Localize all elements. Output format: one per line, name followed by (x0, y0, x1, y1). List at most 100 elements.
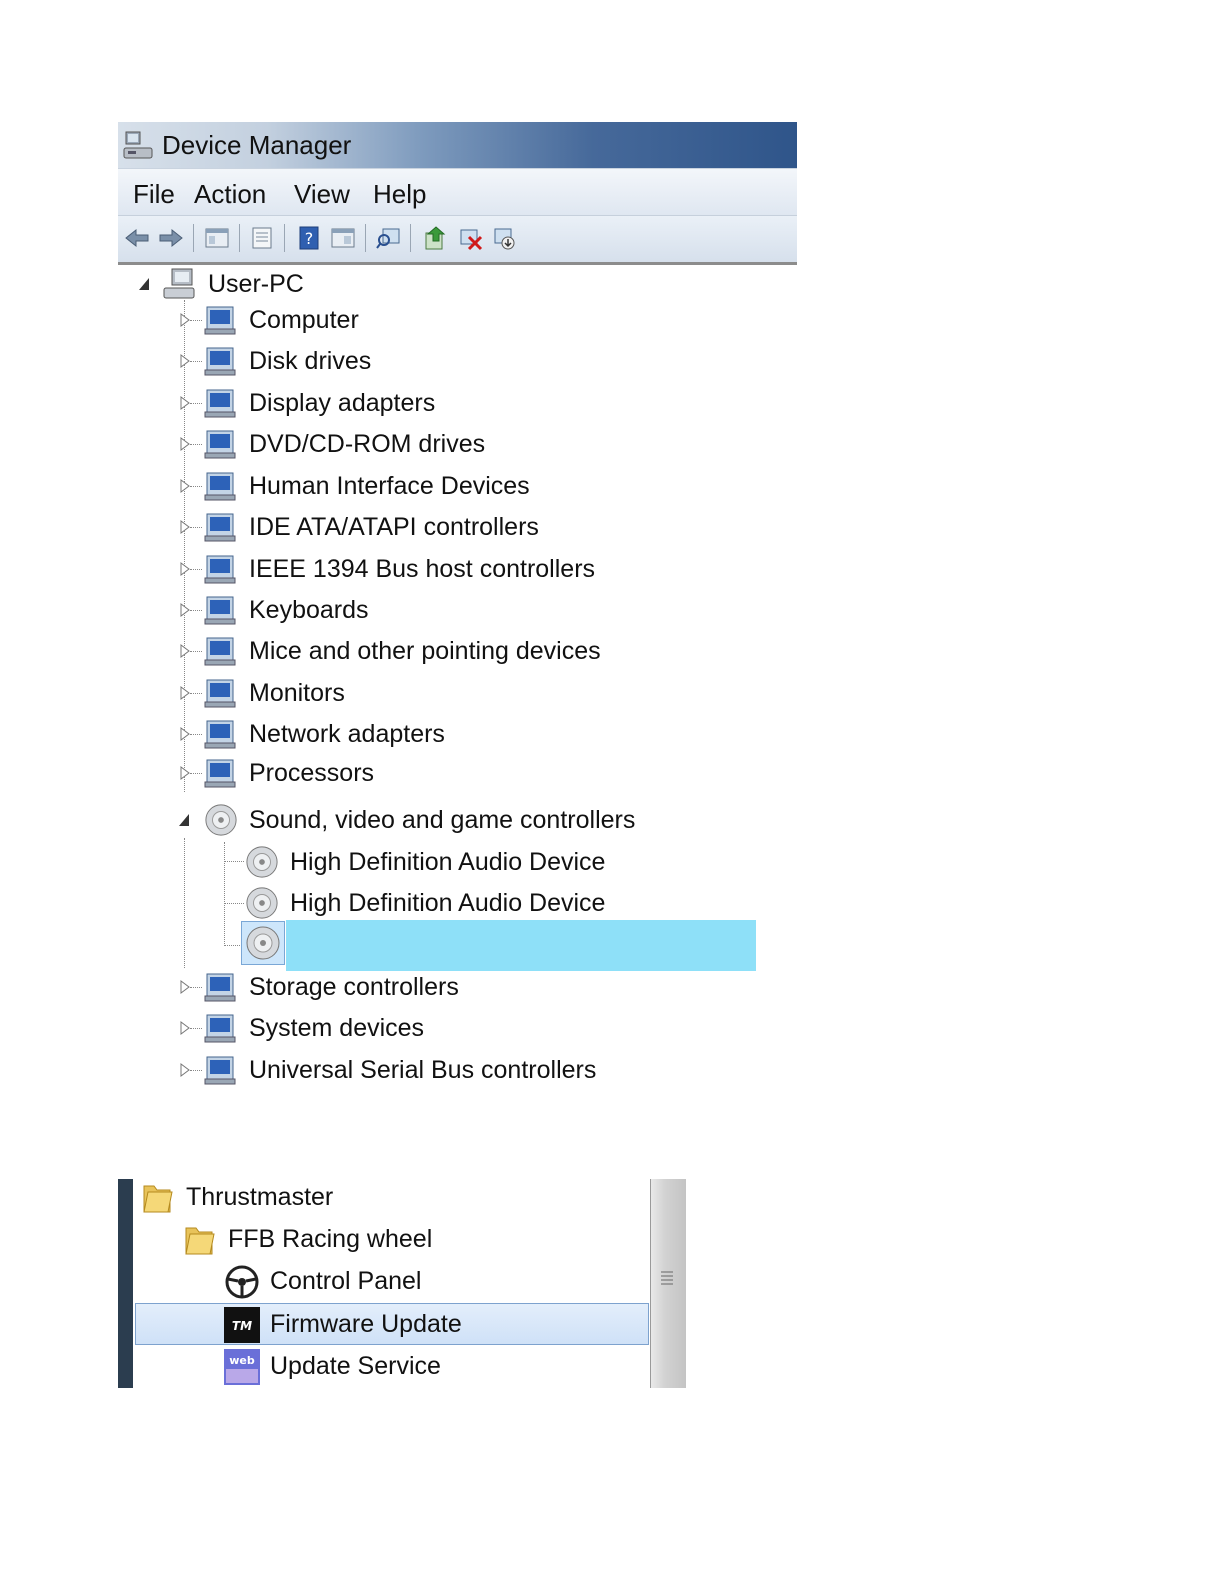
tree-item-label: Display adapters (249, 389, 436, 417)
scan-hardware-icon[interactable] (375, 225, 401, 251)
tree-item-label: Sound, video and game controllers (249, 806, 636, 834)
folder-icon (143, 1185, 173, 1213)
speaker-icon (246, 846, 278, 878)
mouse-icon (204, 637, 236, 666)
steering-wheel-icon (225, 1265, 259, 1299)
computer-icon (163, 268, 195, 299)
tree-item-label: Storage controllers (249, 973, 459, 1001)
tree-guide (184, 300, 185, 792)
tree-guide (224, 861, 244, 862)
monitor-icon (204, 679, 236, 708)
display-adapter-icon (204, 389, 236, 418)
speaker-icon (205, 804, 237, 836)
tree-item-label: Processors (249, 759, 375, 787)
tree-guide (190, 610, 202, 611)
back-icon[interactable] (124, 225, 150, 251)
forward-icon[interactable] (158, 225, 184, 251)
tree-item-label: High Definition Audio Device (290, 889, 606, 917)
tree-guide (184, 838, 185, 968)
tree-guide (190, 651, 202, 652)
tree-guide (224, 842, 225, 946)
menu-action[interactable]: Action (194, 179, 266, 210)
disable-icon[interactable] (491, 225, 517, 251)
tree-item-label: Keyboards (249, 596, 369, 624)
svg-text:web: web (229, 1354, 255, 1367)
tree-guide (190, 444, 202, 445)
system-devices-icon (204, 1014, 236, 1043)
tree-item-label: Computer (249, 306, 359, 334)
tree-guide (190, 486, 202, 487)
tree-item-label: Monitors (249, 679, 345, 707)
tree-item-label: IEEE 1394 Bus host controllers (249, 555, 596, 583)
tree-guide (190, 569, 202, 570)
tree-guide (224, 903, 244, 904)
tree-guide (190, 527, 202, 528)
menu-item-label: FFB Racing wheel (228, 1225, 433, 1253)
speaker-icon (246, 926, 280, 960)
tree-guide (224, 945, 242, 946)
menu-item-label: Thrustmaster (186, 1183, 334, 1211)
keyboard-icon (204, 596, 236, 625)
menu-bar: File Action View Help (118, 168, 797, 215)
usb-controller-icon (204, 1056, 236, 1085)
uninstall-icon[interactable] (457, 225, 483, 251)
tree-guide (190, 987, 202, 988)
device-manager-window: Device Manager File Action View Help ? (118, 122, 797, 265)
tree-guide (190, 1028, 202, 1029)
tree-item-label: Disk drives (249, 347, 372, 375)
selected-device-icon-frame[interactable] (241, 921, 285, 965)
show-hide-tree-icon[interactable] (204, 225, 230, 251)
selected-device-highlight[interactable] (286, 920, 756, 971)
tree-item-label: System devices (249, 1014, 425, 1042)
tree-guide (190, 361, 202, 362)
properties-icon[interactable] (249, 225, 275, 251)
tree-guide (190, 403, 202, 404)
tree-guide (190, 1070, 202, 1071)
processor-icon (204, 759, 236, 788)
menu-help[interactable]: Help (373, 179, 426, 210)
tree-guide (190, 693, 202, 694)
folder-icon (185, 1227, 215, 1255)
collapse-arrow-icon[interactable] (177, 812, 191, 828)
computer-icon (204, 306, 236, 335)
device-manager-icon (123, 131, 153, 159)
update-driver-icon[interactable] (422, 225, 448, 251)
tree-item-label: IDE ATA/ATAPI controllers (249, 513, 539, 541)
tree-item-label: DVD/CD-ROM drives (249, 430, 486, 458)
toolbar: ? (118, 215, 797, 265)
speaker-icon (246, 887, 278, 919)
view-icon[interactable] (330, 225, 356, 251)
tree-item-label: High Definition Audio Device (290, 848, 606, 876)
menu-item-label: Update Service (270, 1352, 441, 1380)
dvd-drive-icon (204, 430, 236, 459)
ieee1394-icon (204, 555, 236, 584)
storage-controller-icon (204, 973, 236, 1002)
menu-item-label: Firmware Update (270, 1310, 462, 1338)
tree-guide (190, 773, 202, 774)
tree-item-label: Human Interface Devices (249, 472, 530, 500)
start-menu-edge (118, 1179, 133, 1388)
svg-text:TM: TM (232, 1319, 252, 1333)
tree-root-label: User-PC (208, 270, 304, 298)
ide-controller-icon (204, 513, 236, 542)
disk-drive-icon (204, 347, 236, 376)
hid-icon (204, 472, 236, 501)
network-adapter-icon (204, 720, 236, 749)
collapse-arrow-icon[interactable] (137, 276, 151, 292)
menu-file[interactable]: File (133, 179, 175, 210)
help-icon[interactable]: ? (296, 225, 322, 251)
tree-item-label: Network adapters (249, 720, 445, 748)
scrollbar[interactable] (650, 1179, 686, 1388)
web-update-icon: web (224, 1349, 260, 1385)
tree-item-label: Universal Serial Bus controllers (249, 1056, 597, 1084)
window-title: Device Manager (162, 130, 352, 160)
menu-view[interactable]: View (294, 179, 350, 210)
menu-item-label: Control Panel (270, 1267, 422, 1295)
scroll-grip-icon (661, 1271, 673, 1285)
tree-item-label: Mice and other pointing devices (249, 637, 601, 665)
thrustmaster-logo-icon: TM (224, 1307, 260, 1343)
tree-guide (190, 320, 202, 321)
tree-guide (190, 734, 202, 735)
title-bar[interactable]: Device Manager (118, 122, 797, 168)
svg-text:?: ? (305, 229, 314, 248)
